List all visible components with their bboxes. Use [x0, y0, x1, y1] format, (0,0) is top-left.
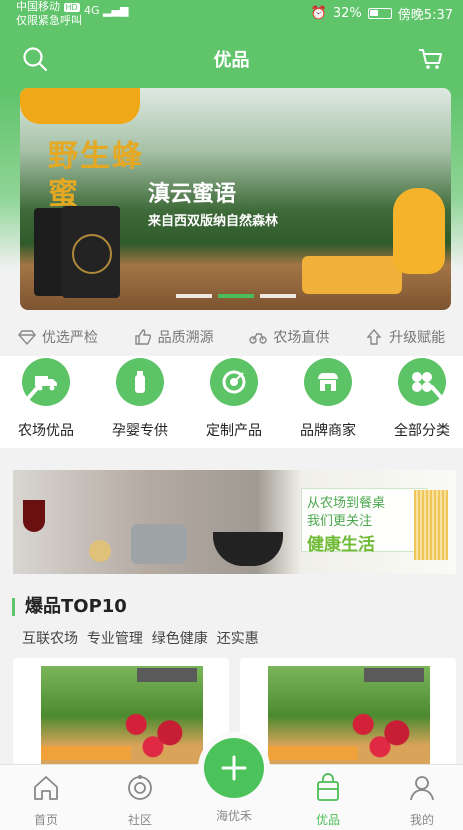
carrier-name: 中国移动	[16, 0, 60, 13]
category-label: 孕婴专供	[112, 423, 168, 439]
feature-item: 优选严检	[17, 327, 98, 347]
feature-label: 优选严检	[41, 330, 98, 346]
carousel-dot[interactable]	[259, 294, 296, 298]
store-icon	[318, 373, 338, 391]
bottle-icon	[135, 371, 145, 393]
home-icon	[34, 776, 58, 800]
carrier-info: 中国移动 HD 仅限紧急呼叫	[16, 0, 82, 27]
target-icon	[222, 370, 246, 394]
carousel-indicator	[20, 294, 451, 298]
banner-slogan: 滇云蜜语	[148, 182, 237, 207]
tab-community[interactable]: 社区	[100, 765, 180, 828]
category-custom[interactable]: 定制产品	[194, 358, 274, 440]
category-label: 品牌商家	[300, 423, 356, 439]
bike-icon	[249, 333, 268, 344]
category-nav: 农场优品 孕婴专供 定制产品 品牌商家 全部分类	[0, 356, 463, 448]
onion-image	[89, 540, 111, 562]
category-brand[interactable]: 品牌商家	[288, 358, 368, 440]
product-label-bar	[41, 746, 131, 760]
section-subtitle: 互联农场 专业管理 绿色健康 还实惠	[22, 631, 259, 647]
tab-label: 社区	[127, 813, 152, 827]
pasta-image	[414, 490, 448, 560]
category-circle	[116, 358, 164, 406]
category-circle	[304, 358, 352, 406]
tab-label: 我的	[409, 813, 434, 827]
product-card[interactable]	[240, 658, 456, 768]
category-farm[interactable]: 农场优品	[6, 358, 86, 440]
cart-icon[interactable]	[417, 46, 443, 72]
honeycomb-image	[302, 256, 402, 294]
banner-subtitle: 来自西双版纳自然森林	[148, 214, 279, 229]
page-title: 优品	[213, 50, 250, 71]
brand-logo	[364, 668, 424, 682]
chevron-left-icon[interactable]	[20, 384, 42, 422]
promo-line-3: 健康生活	[307, 535, 375, 555]
wine-glass-image	[23, 500, 45, 532]
tab-home[interactable]: 首页	[6, 765, 86, 828]
diamond-icon	[17, 330, 36, 346]
category-baby[interactable]: 孕婴专供	[100, 358, 180, 440]
brand-logo	[137, 668, 197, 682]
section-title: 爆品TOP10	[12, 598, 127, 616]
feature-item: 农场直供	[249, 327, 329, 347]
honey-drip-decoration	[20, 88, 140, 124]
plus-icon	[221, 755, 247, 781]
community-icon	[128, 775, 152, 800]
tab-label: 海优禾	[215, 809, 252, 823]
feature-item: 品质溯源	[134, 327, 214, 347]
thumbs-up-icon	[134, 329, 151, 345]
frying-pan-image	[213, 532, 283, 566]
status-bar: 中国移动 HD 仅限紧急呼叫 4G ▂▄▆ ⏰ 32% 傍晚5:37	[0, 0, 463, 27]
arrow-up-icon	[366, 328, 382, 345]
network-type: 4G	[84, 4, 100, 17]
product-card[interactable]	[13, 658, 229, 768]
product-label-bar	[268, 746, 358, 760]
banner-headline: 野生蜂蜜	[48, 139, 144, 212]
honey-pot-image	[393, 188, 445, 274]
category-label: 农场优品	[18, 423, 74, 439]
tab-label: 优品	[315, 813, 340, 827]
signal-icon: 4G ▂▄▆	[84, 4, 129, 17]
user-icon	[410, 776, 434, 801]
category-all[interactable]: 全部分类	[382, 358, 462, 440]
category-label: 全部分类	[394, 423, 450, 439]
promo-line-2: 我们更关注	[307, 514, 373, 529]
tab-mine[interactable]: 我的	[382, 765, 462, 828]
promo-banner[interactable]: 从农场到餐桌 我们更关注 健康生活	[13, 470, 456, 574]
feature-item: 升级赋能	[365, 327, 445, 347]
battery-icon	[367, 8, 392, 19]
tab-youpin[interactable]: 优品	[288, 765, 368, 828]
category-label: 定制产品	[206, 423, 262, 439]
feature-label: 农场直供	[273, 330, 330, 346]
feature-label: 升级赋能	[389, 330, 446, 346]
tab-label: 首页	[33, 813, 58, 827]
haiyouhe-fab-button[interactable]	[204, 738, 264, 798]
feature-label: 品质溯源	[157, 330, 214, 346]
status-right: ⏰ 32% 傍晚5:37	[311, 4, 453, 23]
app-header: 优品	[0, 26, 463, 90]
carousel-dot[interactable]	[175, 294, 212, 298]
clock: 傍晚5:37	[397, 8, 453, 23]
category-circle	[210, 358, 258, 406]
banner-carousel[interactable]: 野生蜂蜜 滇云蜜语 来自西双版纳自然森林	[20, 88, 451, 310]
alarm-icon: ⏰	[310, 6, 327, 21]
promo-line-1: 从农场到餐桌	[307, 496, 386, 511]
carousel-dot-active[interactable]	[217, 294, 254, 298]
cooking-pot-image	[131, 524, 187, 564]
feature-strip: 优选严检 品质溯源 农场直供 升级赋能	[0, 318, 463, 356]
battery-percent: 32%	[332, 6, 362, 21]
bag-icon	[317, 773, 339, 801]
carrier-badge: HD	[63, 3, 80, 12]
chevron-right-icon[interactable]	[428, 384, 450, 422]
honey-jar-image	[62, 206, 120, 298]
